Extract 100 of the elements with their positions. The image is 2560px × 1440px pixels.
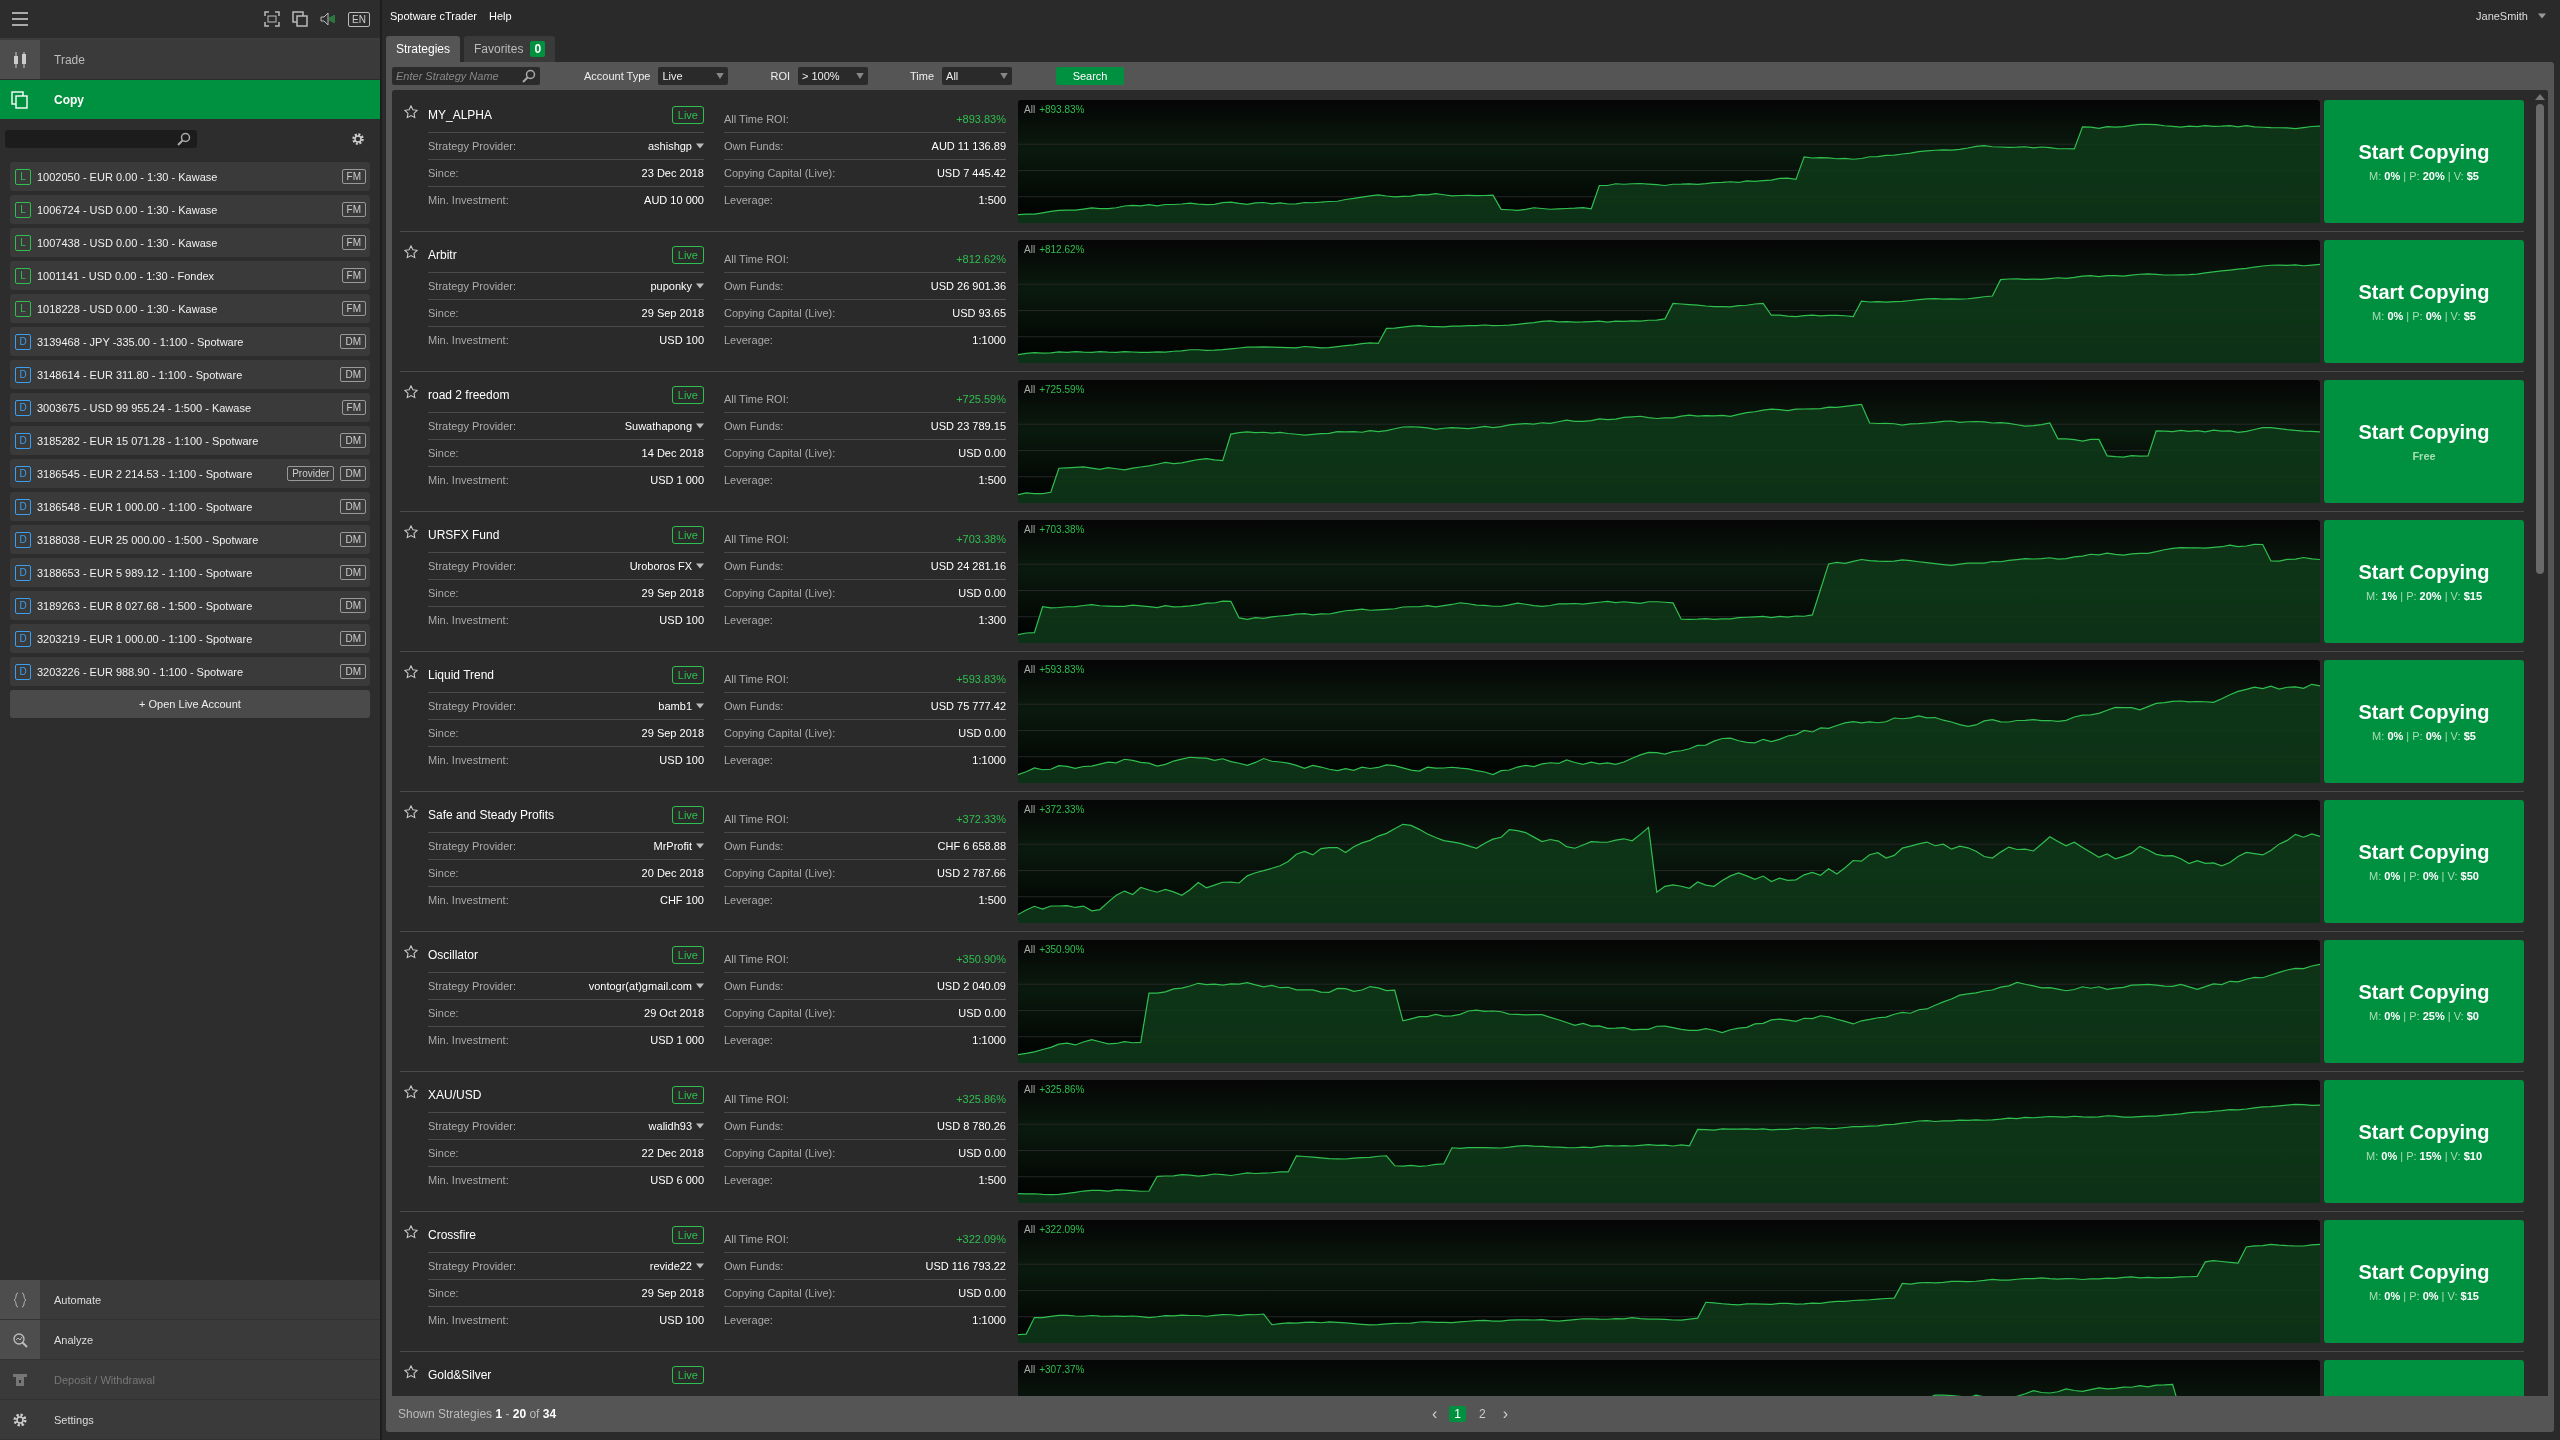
field-value: USD 2 040.09 <box>936 980 1006 992</box>
provider-dropdown[interactable]: puponky <box>650 280 704 292</box>
nav-item[interactable]: Analyze <box>0 1320 380 1360</box>
menu-item[interactable]: Spotware cTrader <box>390 10 478 22</box>
field-label: Since: <box>428 587 459 599</box>
search-icon <box>177 132 191 146</box>
star-icon[interactable] <box>404 525 418 539</box>
page-button[interactable]: 1 <box>1449 1406 1466 1422</box>
account-item[interactable]: D 3188038 - EUR 25 000.00 - 1:500 - Spotware DM <box>10 525 370 554</box>
field-value: 14 Dec 2018 <box>641 447 704 459</box>
page-button[interactable]: 2 <box>1474 1406 1491 1422</box>
field-label: Strategy Provider: <box>428 1120 517 1132</box>
account-item[interactable]: D 3186548 - EUR 1 000.00 - 1:100 - Spotware DM <box>10 492 370 521</box>
provider-dropdown[interactable]: bamb1 <box>658 700 704 712</box>
field-label: All Time ROI: <box>724 1233 789 1245</box>
strategy-name[interactable]: Arbitr <box>428 248 457 262</box>
speaker-icon[interactable] <box>320 11 337 27</box>
field-value: USD 7 445.42 <box>936 167 1006 179</box>
provider-dropdown[interactable]: Suwathapong <box>624 420 704 432</box>
chart-period-label: All <box>1024 1083 1036 1095</box>
field-value: 1:500 <box>978 474 1006 486</box>
start-copying-button[interactable]: Start Copying Free <box>2324 380 2524 503</box>
start-copying-button[interactable]: Start Copying M: 0% | P: 0% | V: $5 <box>2324 240 2524 363</box>
chart-period-label: All <box>1024 103 1036 115</box>
start-copying-button[interactable]: Start Copying M: 1% | P: 20% | V: $15 <box>2324 520 2524 643</box>
live-tag: Live <box>671 106 704 124</box>
tab[interactable]: Favorites 0 <box>464 36 556 62</box>
nav-item[interactable]: Automate <box>0 1280 380 1320</box>
star-icon[interactable] <box>404 1085 418 1099</box>
windows-icon[interactable] <box>292 11 309 27</box>
account-item[interactable]: L 1018228 - USD 0.00 - 1:30 - Kawase FM <box>10 294 370 323</box>
start-copying-button[interactable]: Start Copying M: 0% | P: 20% | V: $5 <box>2324 100 2524 223</box>
account-item[interactable]: D 3185282 - EUR 15 071.28 - 1:100 - Spotware DM <box>10 426 370 455</box>
language-button[interactable]: EN <box>348 11 370 27</box>
field-value: USD 24 281.16 <box>930 560 1006 572</box>
strategy-name[interactable]: Liquid Trend <box>428 668 495 682</box>
provider-dropdown[interactable]: revide22 <box>649 1260 704 1272</box>
filter-dropdown[interactable]: Live <box>658 67 729 85</box>
strategy-search-field[interactable]: Enter Strategy Name <box>392 67 540 85</box>
star-icon[interactable] <box>404 665 418 679</box>
strategy-name[interactable]: XAU/USD <box>428 1088 482 1102</box>
start-copying-button[interactable]: Start Copying M: 0% | P: 25% | V: $0 <box>2324 940 2524 1063</box>
open-account-button[interactable]: + Open Live Account <box>10 690 370 718</box>
field-label: Since: <box>428 727 459 739</box>
nav-item[interactable]: Copy <box>0 80 380 120</box>
menu-item[interactable]: Help <box>489 10 512 22</box>
filter-dropdown[interactable]: > 100% <box>798 67 868 85</box>
account-item[interactable]: D 3188653 - EUR 5 989.12 - 1:100 - Spotware DM <box>10 558 370 587</box>
start-copying-button[interactable]: Start Copying M: 0% | P: 0% | V: $15 <box>2324 1220 2524 1343</box>
field-label: Min. Investment: <box>428 334 509 346</box>
next-page-button[interactable]: › <box>1498 1405 1512 1423</box>
star-icon[interactable] <box>404 805 418 819</box>
account-item[interactable]: L 1001141 - USD 0.00 - 1:30 - Fondex FM <box>10 261 370 290</box>
account-item[interactable]: D 3203219 - EUR 1 000.00 - 1:100 - Spotware DM <box>10 624 370 653</box>
strategy-name[interactable]: Oscillator <box>428 948 478 962</box>
provider-dropdown[interactable]: ashishgp <box>647 140 704 152</box>
tab[interactable]: Strategies <box>386 36 461 62</box>
star-icon[interactable] <box>404 1365 418 1379</box>
field-label: Copying Capital (Live): <box>724 727 836 739</box>
provider-dropdown[interactable]: walidh93 <box>648 1120 704 1132</box>
account-item[interactable]: D 3203226 - EUR 988.90 - 1:100 - Spotware DM <box>10 657 370 686</box>
filter-dropdown[interactable]: All <box>942 67 1013 85</box>
start-copying-button[interactable]: Start Copying M: 0% | P: 15% | V: $10 <box>2324 1080 2524 1203</box>
chart-roi: +372.33% <box>1039 803 1085 815</box>
account-item[interactable]: D 3186545 - EUR 2 214.53 - 1:100 - Spotware Provider DM <box>10 459 370 488</box>
account-search-field[interactable] <box>5 130 197 148</box>
star-icon[interactable] <box>404 1225 418 1239</box>
strategy-name[interactable]: road 2 freedom <box>428 388 510 402</box>
start-copying-button[interactable]: Start Copying M: 0% | P: 0% | V: $50 <box>2324 800 2524 923</box>
strategy-name[interactable]: Safe and Steady Profits <box>428 808 555 822</box>
strategy-name[interactable]: MY_ALPHA <box>428 108 493 122</box>
star-icon[interactable] <box>404 105 418 119</box>
account-item[interactable]: D 3003675 - USD 99 955.24 - 1:500 - Kawase FM <box>10 393 370 422</box>
settings-icon[interactable] <box>350 131 366 147</box>
search-button[interactable]: Search <box>1056 67 1125 85</box>
account-item[interactable]: L 1002050 - EUR 0.00 - 1:30 - Kawase FM <box>10 162 370 191</box>
fullscreen-icon[interactable] <box>264 11 281 27</box>
chart-roi: +703.38% <box>1039 523 1085 535</box>
start-copying-button[interactable]: Start Copying M: 0% | P: 0% | V: $5 <box>2324 660 2524 783</box>
previous-page-button[interactable]: ‹ <box>1428 1405 1442 1423</box>
nav-item[interactable]: Settings <box>0 1400 380 1440</box>
account-item[interactable]: D 3189263 - EUR 8 027.68 - 1:500 - Spotware DM <box>10 591 370 620</box>
provider-dropdown[interactable]: vontogr(at)gmail.com <box>588 980 704 992</box>
nav-item[interactable]: Trade <box>0 40 380 80</box>
account-item[interactable]: L 1007438 - USD 0.00 - 1:30 - Kawase FM <box>10 228 370 257</box>
star-icon[interactable] <box>404 245 418 259</box>
strategy-name[interactable]: URSFX Fund <box>428 528 500 542</box>
account-item[interactable]: L 1006724 - USD 0.00 - 1:30 - Kawase FM <box>10 195 370 224</box>
provider-dropdown[interactable]: MrProfit <box>653 840 704 852</box>
field-value: +703.38% <box>956 533 1006 545</box>
star-icon[interactable] <box>404 945 418 959</box>
field-value: USD 0.00 <box>958 447 1006 459</box>
account-item[interactable]: D 3139468 - JPY -335.00 - 1:100 - Spotware DM <box>10 327 370 356</box>
strategy-name[interactable]: Crossfire <box>428 1228 476 1242</box>
menu-icon[interactable] <box>10 9 30 29</box>
provider-dropdown[interactable]: Uroboros FX <box>629 560 704 572</box>
account-item[interactable]: D 3148614 - EUR 311.80 - 1:100 - Spotware DM <box>10 360 370 389</box>
strategy-name[interactable]: Gold&Silver <box>428 1368 492 1382</box>
user-menu[interactable]: JaneSmith <box>2476 10 2552 22</box>
star-icon[interactable] <box>404 385 418 399</box>
